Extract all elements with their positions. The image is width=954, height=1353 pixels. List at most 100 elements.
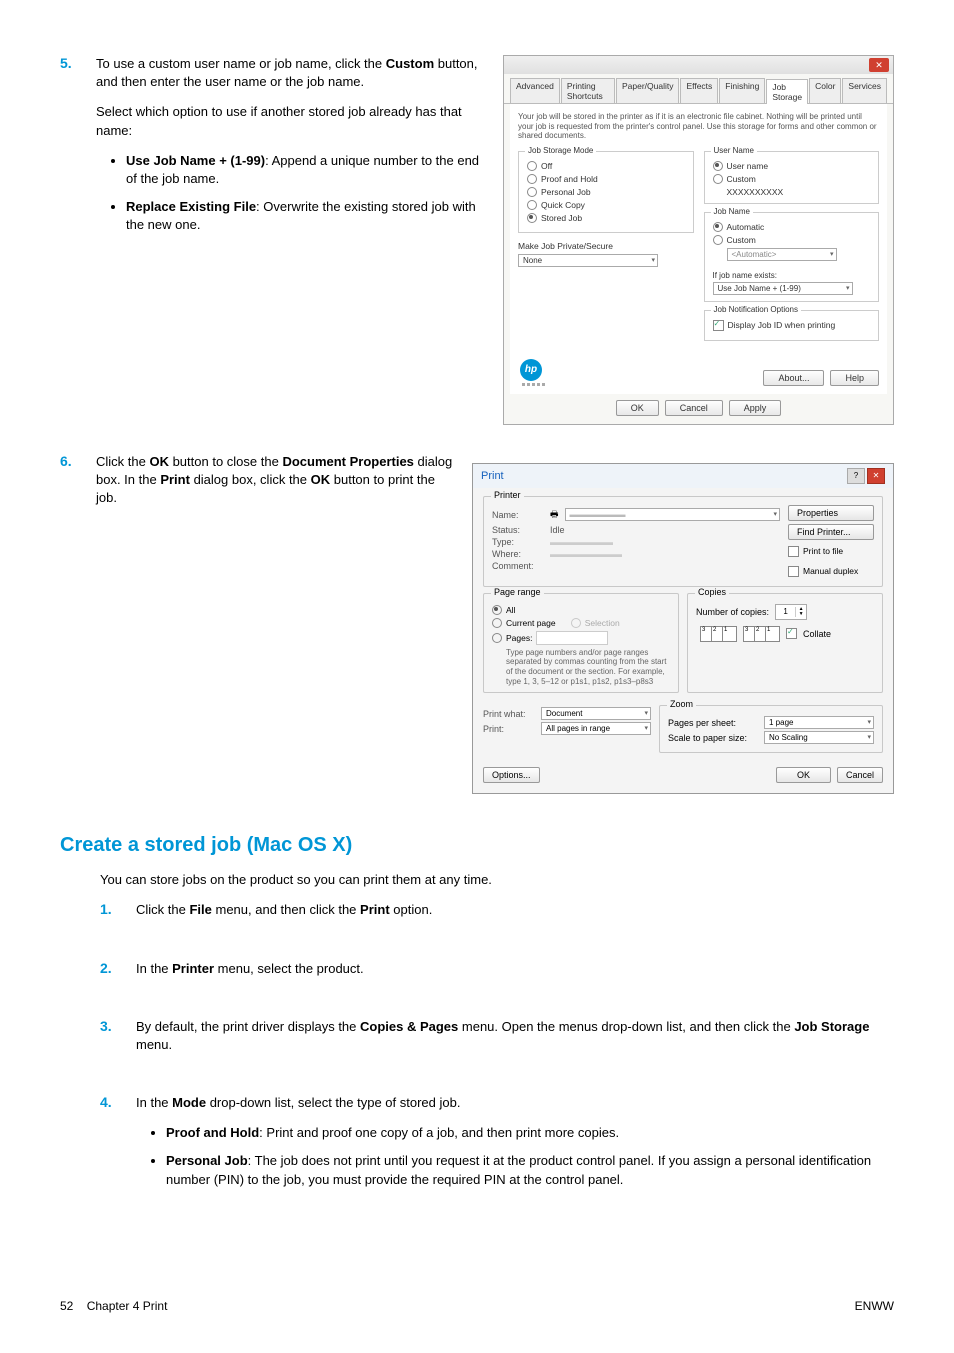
printer-select[interactable]: ▬▬▬▬▬▬▬ (565, 508, 781, 521)
tab-advanced[interactable]: Advanced (510, 78, 560, 103)
collate-icon: 321 321 (700, 626, 780, 642)
pr-pages[interactable]: Pages: (492, 631, 670, 645)
notif-label: Job Notification Options (711, 305, 802, 314)
options-button[interactable]: Options... (483, 767, 540, 783)
section-heading: Create a stored job (Mac OS X) (60, 834, 894, 857)
name-label: Name: (492, 510, 544, 520)
jsm-personal[interactable]: Personal Job (527, 187, 685, 197)
print-range-select[interactable]: All pages in range (541, 722, 651, 735)
mac-s4-num: 4. (100, 1094, 136, 1110)
exists-label: If job name exists: (713, 271, 871, 280)
tab-shortcuts[interactable]: Printing Shortcuts (561, 78, 615, 103)
jsm-off[interactable]: Off (527, 161, 685, 171)
pd-ok-button[interactable]: OK (776, 767, 831, 783)
mac-s3: By default, the print driver displays th… (136, 1018, 878, 1054)
pr-selection[interactable] (571, 618, 581, 628)
jsm-label: Job Storage Mode (525, 146, 596, 155)
step5-bullet2: Replace Existing File: Overwrite the exi… (126, 198, 487, 234)
mac-s4: In the Mode drop-down list, select the t… (136, 1094, 878, 1112)
step5-num: 5. (60, 55, 96, 71)
tab-color[interactable]: Color (809, 78, 841, 103)
collate-check[interactable] (786, 628, 797, 639)
close-icon[interactable]: ✕ (869, 58, 889, 72)
pages-help-text: Type page numbers and/or page ranges sep… (492, 648, 670, 686)
mac-s3-num: 3. (100, 1018, 136, 1034)
tab-finishing[interactable]: Finishing (719, 78, 765, 103)
type-label: Type: (492, 537, 544, 547)
scale-select[interactable]: No Scaling (764, 731, 874, 744)
notif-check[interactable]: Display Job ID when printing (713, 320, 871, 331)
jsm-proof[interactable]: Proof and Hold (527, 174, 685, 184)
dialog-tabs: Advanced Printing Shortcuts Paper/Qualit… (504, 74, 893, 104)
username-label: User Name (711, 146, 757, 155)
jobname-value: <Automatic> (727, 248, 837, 261)
mac-s2-num: 2. (100, 960, 136, 976)
private-label: Make Job Private/Secure (518, 241, 694, 251)
ok-button[interactable]: OK (616, 400, 659, 416)
mac-s2: In the Printer menu, select the product. (136, 960, 878, 978)
properties-button[interactable]: Properties (788, 505, 874, 521)
pages-per-sheet-label: Pages per sheet: (668, 718, 758, 728)
print-dialog: Print ? ✕ Printer Name: 🖶 ▬▬▬▬▬▬▬ Status: I… (472, 463, 894, 794)
print-label: Print: (483, 724, 535, 734)
apply-button[interactable]: Apply (729, 400, 782, 416)
find-printer-button[interactable]: Find Printer... (788, 524, 874, 540)
about-button[interactable]: About... (763, 370, 824, 386)
comment-label: Comment: (492, 561, 544, 571)
job-storage-dialog: ✕ Advanced Printing Shortcuts Paper/Qual… (503, 55, 894, 425)
status-label: Status: (492, 525, 544, 535)
jn-custom[interactable]: Custom (713, 235, 871, 245)
jn-auto[interactable]: Automatic (713, 222, 871, 232)
tab-paper[interactable]: Paper/Quality (616, 78, 680, 103)
manual-duplex-check[interactable]: Manual duplex (788, 566, 874, 577)
private-select[interactable]: None (518, 254, 658, 267)
step6-text: Click the OK button to close the Documen… (96, 453, 456, 508)
hp-logo-icon: hp (520, 359, 542, 381)
un-user[interactable]: User name (713, 161, 871, 171)
exists-select[interactable]: Use Job Name + (1-99) (713, 282, 853, 295)
printer-icon: 🖶 (550, 507, 559, 523)
where-label: Where: (492, 549, 544, 559)
type-value: ▬▬▬▬▬▬▬ (550, 537, 613, 547)
tab-job-storage[interactable]: Job Storage (766, 79, 808, 104)
username-value: XXXXXXXXXX (727, 187, 871, 197)
footer-right: ENWW (855, 1299, 894, 1313)
help-button[interactable]: Help (830, 370, 879, 386)
print-to-file-check[interactable]: Print to file (788, 546, 874, 557)
jobname-label: Job Name (711, 207, 753, 216)
pd-cancel-button[interactable]: Cancel (837, 767, 883, 783)
mac-s1: Click the File menu, and then click the … (136, 901, 878, 919)
copies-label: Copies (695, 587, 729, 597)
mac-b1: Proof and Hold: Print and proof one copy… (166, 1124, 878, 1142)
zoom-label: Zoom (667, 699, 696, 709)
scale-label: Scale to paper size: (668, 733, 758, 743)
print-what-select[interactable]: Document (541, 707, 651, 720)
footer-left: 52 Chapter 4 Print (60, 1299, 167, 1313)
step5-p2: Select which option to use if another st… (96, 103, 487, 139)
num-copies-label: Number of copies: (696, 607, 769, 617)
dialog-info-text: Your job will be stored in the printer a… (518, 112, 879, 141)
help-icon[interactable]: ? (847, 468, 865, 484)
step6-num: 6. (60, 453, 96, 469)
pr-all[interactable]: All (492, 605, 670, 615)
copies-spinner[interactable]: 1▲▼ (775, 604, 807, 620)
mac-b2: Personal Job: The job does not print unt… (166, 1152, 878, 1188)
print-what-label: Print what: (483, 709, 535, 719)
pages-per-sheet-select[interactable]: 1 page (764, 716, 874, 729)
tab-services[interactable]: Services (842, 78, 887, 103)
jsm-stored[interactable]: Stored Job (527, 213, 685, 223)
step5-p1: To use a custom user name or job name, c… (96, 55, 487, 91)
page-range-label: Page range (491, 587, 544, 597)
close-icon[interactable]: ✕ (867, 468, 885, 484)
cancel-button[interactable]: Cancel (665, 400, 723, 416)
printer-group: Printer (491, 490, 524, 500)
print-title: Print (481, 470, 504, 482)
step5-bullet1: Use Job Name + (1-99): Append a unique n… (126, 152, 487, 188)
pr-current[interactable] (492, 618, 502, 628)
un-custom[interactable]: Custom (713, 174, 871, 184)
tab-effects[interactable]: Effects (680, 78, 718, 103)
mac-intro: You can store jobs on the product so you… (100, 871, 894, 889)
status-value: Idle (550, 525, 565, 535)
where-value: ▬▬▬▬▬▬▬▬ (550, 549, 622, 559)
jsm-quick[interactable]: Quick Copy (527, 200, 685, 210)
